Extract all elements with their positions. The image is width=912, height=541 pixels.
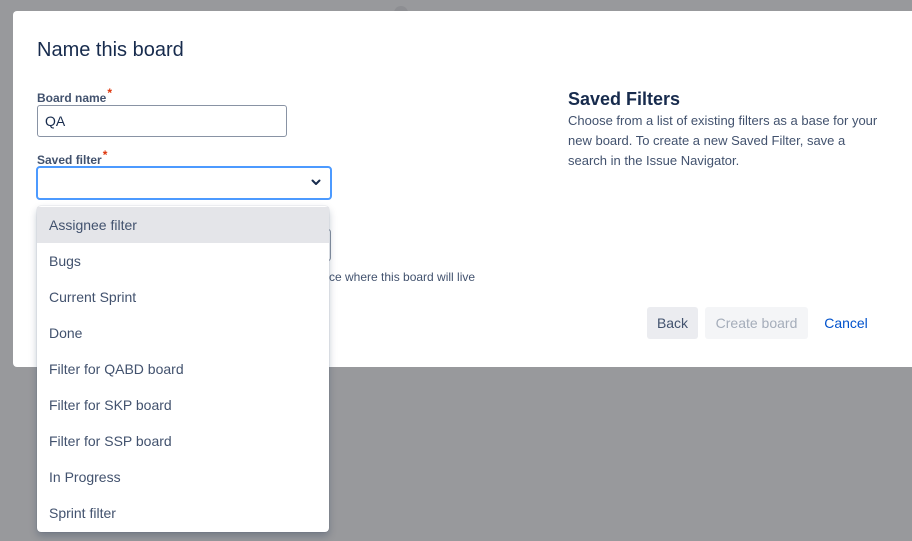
dropdown-option[interactable]: Filter for SSP board: [37, 423, 329, 459]
saved-filter-select[interactable]: [36, 166, 332, 200]
board-name-label: Board name*: [37, 86, 112, 105]
chevron-down-icon: [311, 179, 321, 185]
dropdown-option[interactable]: Assignee filter: [37, 207, 329, 243]
board-name-label-text: Board name: [37, 91, 107, 105]
saved-filter-label-text: Saved filter: [37, 153, 102, 167]
board-name-input[interactable]: [37, 105, 287, 137]
info-description: Choose from a list of existing filters a…: [568, 113, 878, 168]
dropdown-option[interactable]: Bugs: [37, 243, 329, 279]
dropdown-option[interactable]: Sprint filter: [37, 495, 329, 531]
cancel-button[interactable]: Cancel: [818, 307, 874, 339]
dialog-title: Name this board: [37, 39, 184, 61]
saved-filter-label: Saved filter*: [37, 148, 107, 167]
dropdown-option[interactable]: Filter for QABD board: [37, 351, 329, 387]
required-marker: *: [107, 86, 113, 100]
required-marker: *: [102, 148, 108, 162]
create-board-button[interactable]: Create board: [705, 307, 808, 339]
info-title: Saved Filters: [568, 89, 681, 109]
saved-filter-dropdown: Assignee filter Bugs Current Sprint Done…: [37, 206, 329, 532]
dropdown-option[interactable]: Filter for SKP board: [37, 387, 329, 423]
dropdown-option[interactable]: Current Sprint: [37, 279, 329, 315]
dropdown-option[interactable]: Done: [37, 315, 329, 351]
back-button[interactable]: Back: [647, 307, 698, 339]
dropdown-option[interactable]: In Progress: [37, 459, 329, 495]
location-helper-text: ce where this board will live: [329, 270, 476, 284]
